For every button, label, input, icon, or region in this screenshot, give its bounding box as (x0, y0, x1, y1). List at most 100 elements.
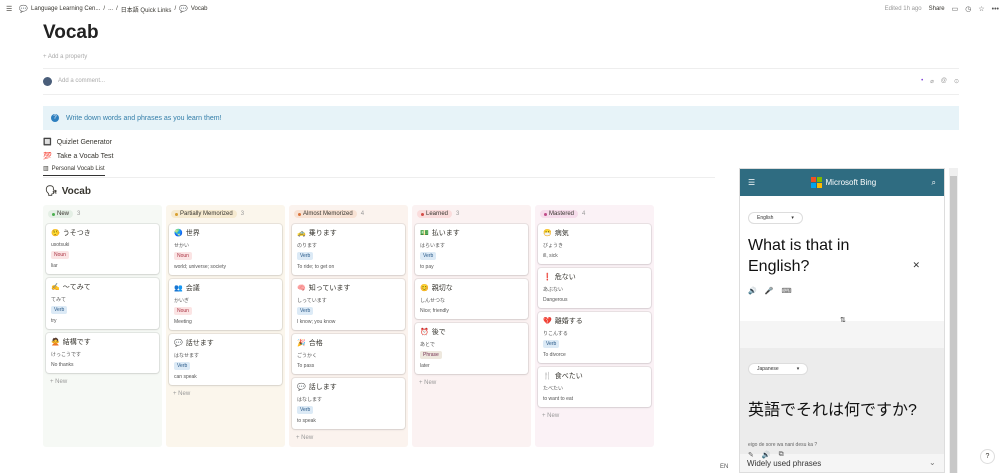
card-meaning: to pay (420, 264, 434, 270)
more-icon[interactable]: ••• (992, 6, 999, 13)
edit-icon[interactable]: ✎ (748, 451, 754, 459)
tab-label: Personal Vocab List (51, 165, 105, 172)
breadcrumb-separator: / (116, 6, 118, 12)
column-header[interactable]: Almost Memorized 4 (292, 208, 405, 220)
card-meaning: to speak (297, 418, 316, 424)
link-label: Take a Vocab Test (56, 152, 114, 160)
link-quizlet-generator[interactable]: 🔲 Quizlet Generator (43, 135, 959, 149)
comment-input[interactable]: Add a comment... (58, 78, 105, 84)
status-badge: Mastered (540, 210, 579, 218)
vocab-card[interactable]: ✍ ～てみて てみて Verb try (46, 278, 159, 329)
send-icon[interactable]: ⊙ (954, 78, 959, 85)
speech-icon: 🗣 (45, 186, 58, 197)
speaker-icon[interactable]: 🔊 (762, 451, 771, 459)
card-title: 乗ります (308, 230, 337, 237)
scrollbar[interactable] (949, 168, 958, 473)
widely-used-phrases[interactable]: Widely used phrases (747, 459, 821, 468)
vocab-card[interactable]: 🧠 知っています しっています Verb I know; you know (292, 279, 405, 330)
chevron-down-icon[interactable]: ⌄ (929, 458, 936, 467)
scrollbar-thumb[interactable] (950, 176, 957, 473)
share-button[interactable]: Share (929, 6, 945, 12)
board-column: Almost Memorized 4 🚕 乗ります のります Verb To ri… (289, 205, 408, 447)
add-property-button[interactable]: + Add a property (43, 54, 959, 60)
comment-bar[interactable]: Add a comment... • ⌀ @ ⊙ (43, 76, 959, 86)
vocab-card[interactable]: 🙅 結構です けっこうです No thanks (46, 333, 159, 373)
part-of-speech-tag: Verb (420, 252, 437, 260)
menu-icon[interactable]: ☰ (6, 6, 12, 13)
column-count: 3 (456, 211, 460, 217)
breadcrumb-item[interactable]: Vocab (191, 6, 208, 12)
breadcrumb-item[interactable]: Language Learning Cen... (31, 6, 100, 12)
microphone-icon[interactable]: 🎤 (765, 287, 774, 295)
vocab-card[interactable]: 💬 話せます はなせます Verb can speak (169, 334, 282, 385)
add-card-button[interactable]: + New (538, 413, 651, 419)
database-title[interactable]: 🗣 Vocab (45, 186, 91, 197)
breadcrumb: ☰ 💬 Language Learning Cen... / ... / 日本語… (6, 5, 208, 14)
column-header[interactable]: New 3 (46, 208, 159, 220)
comment-icon[interactable]: ▭ (952, 6, 959, 13)
swap-icon[interactable]: ⇅ (840, 316, 846, 324)
board-column: New 3 🤥 うそつき usotsuki Noun liar ✍ ～てみて てみて… (43, 205, 162, 447)
vocab-card[interactable]: 💵 払います はらいます Verb to pay (415, 224, 528, 275)
part-of-speech-tag: Verb (297, 252, 314, 260)
page-title[interactable]: Vocab (43, 22, 959, 44)
database-title-text: Vocab (61, 186, 91, 197)
vocab-card[interactable]: 🌏 世界 せかい Noun world; universe; society (169, 224, 282, 275)
page-content: Vocab + Add a property Add a comment... … (43, 22, 959, 163)
mention-icon[interactable]: @ (941, 78, 947, 85)
status-badge: Learned (417, 210, 453, 218)
part-of-speech-tag: Noun (174, 307, 192, 315)
column-header[interactable]: Learned 3 (415, 208, 528, 220)
add-card-button[interactable]: + New (415, 380, 528, 386)
card-icon: 🧠 (297, 285, 306, 292)
vocab-card[interactable]: ❗ 危ない あぶない Dangerous (538, 268, 651, 308)
card-icon: 🤥 (51, 230, 60, 237)
card-reading: usotsuki (51, 242, 70, 248)
card-title: 食べたい (554, 373, 583, 380)
add-card-button[interactable]: + New (169, 391, 282, 397)
vocab-card[interactable]: 🤥 うそつき usotsuki Noun liar (46, 224, 159, 274)
romanization: eigo de sore wa nani desu ka ? (748, 442, 818, 448)
add-card-button[interactable]: + New (292, 435, 405, 441)
column-header[interactable]: Partially Memorized 3 (169, 208, 282, 220)
star-icon[interactable]: ☆ (978, 6, 984, 13)
source-text[interactable]: What is that in English? (748, 235, 898, 277)
card-icon: 🌏 (174, 230, 183, 237)
vocab-card[interactable]: 😊 親切な しんせつな Nice; friendly (415, 279, 528, 319)
card-title: うそつき (62, 230, 91, 237)
close-icon[interactable]: ✕ (912, 260, 920, 271)
vocab-card[interactable]: 🚕 乗ります のります Verb To ride; to get on (292, 224, 405, 275)
keyboard-icon[interactable]: ⌨ (781, 287, 791, 295)
card-icon: 💬 (174, 340, 183, 347)
tab-personal-vocab-list[interactable]: ▥ Personal Vocab List (43, 165, 105, 176)
help-button[interactable]: ? (980, 449, 995, 464)
vocab-card[interactable]: 🍴 食べたい たべたい to want to eat (538, 367, 651, 407)
hamburger-icon[interactable]: ☰ (748, 178, 755, 187)
vocab-card[interactable]: ⏰ 後で あとで Phrase later (415, 323, 528, 374)
search-icon[interactable]: ⌕ (932, 178, 936, 188)
copy-icon[interactable]: ⧉ (779, 451, 784, 459)
card-meaning: To pass (297, 363, 315, 369)
link-vocab-test[interactable]: 💯 Take a Vocab Test (43, 149, 959, 163)
vocab-card[interactable]: 🎉 合格 ごうかく To pass (292, 334, 405, 374)
card-reading: しんせつな (420, 298, 446, 304)
vocab-card[interactable]: 😷 病気 びょうき ill, sick (538, 224, 651, 264)
attach-icon[interactable]: ⌀ (930, 78, 934, 85)
speaker-icon[interactable]: 🔊 (748, 287, 757, 295)
vocab-card[interactable]: 💬 話します はなします Verb to speak (292, 378, 405, 429)
vocab-card[interactable]: 👥 会議 かいぎ Noun Meeting (169, 279, 282, 330)
breadcrumb-item[interactable]: ... (108, 6, 113, 12)
clock-icon[interactable]: ◷ (965, 6, 971, 13)
card-reading: ごうかく (297, 353, 318, 359)
card-reading: かいぎ (174, 298, 190, 304)
source-language-select[interactable]: English ▾ (748, 212, 803, 224)
target-language-select[interactable]: Japanese ▾ (748, 363, 809, 375)
add-card-button[interactable]: + New (46, 379, 159, 385)
kanban-board: New 3 🤥 うそつき usotsuki Noun liar ✍ ～てみて てみて… (43, 205, 654, 447)
vocab-card[interactable]: 💔 離婚する りこんする Verb To divorce (538, 312, 651, 363)
column-header[interactable]: Mastered 4 (538, 208, 651, 220)
part-of-speech-tag: Verb (297, 406, 314, 414)
status-dot (175, 212, 178, 216)
breadcrumb-item[interactable]: 日本語 Quick Links (121, 5, 172, 14)
quizlet-icon: 🔲 (43, 139, 52, 146)
